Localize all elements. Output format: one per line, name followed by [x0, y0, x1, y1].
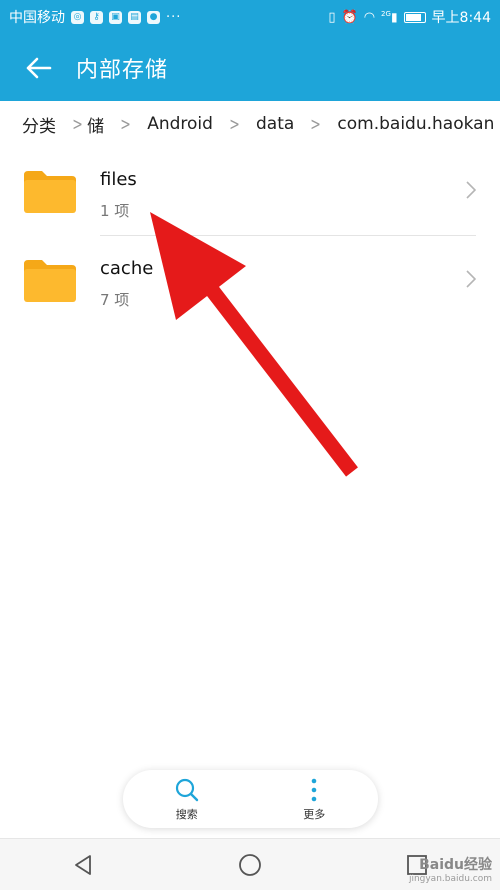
watermark: Baidu经验 jingyan.baidu.com: [409, 854, 492, 884]
key-icon: ⚷: [90, 10, 103, 24]
breadcrumb-item-storage[interactable]: 储: [87, 112, 104, 137]
back-button[interactable]: [0, 34, 76, 101]
home-nav-icon[interactable]: [238, 853, 262, 877]
breadcrumb-item-category[interactable]: 分类: [22, 112, 56, 137]
search-button[interactable]: 搜索: [147, 777, 227, 822]
watermark-line2: jingyan.baidu.com: [408, 874, 492, 884]
system-nav-bar: Baidu经验 jingyan.baidu.com: [0, 838, 500, 890]
chevron-right-icon: >: [229, 113, 240, 135]
folder-item-count: 1 项: [100, 202, 130, 220]
search-icon: [175, 778, 198, 801]
folder-icon: [24, 260, 76, 302]
chevron-right-icon: >: [310, 113, 322, 135]
signal-icon: 2G▮: [381, 10, 398, 24]
folder-name: cache: [100, 258, 154, 279]
status-bar: 中国移动 ◎ ⚷ ▣ ▤ ● ··· ▯ ⏰ ◠ 2G▮ 早上8:44: [0, 0, 500, 34]
more-icon: [311, 778, 317, 801]
gallery-icon: ▤: [128, 10, 141, 24]
folder-name: files: [100, 169, 137, 190]
folder-icon: [24, 171, 76, 213]
breadcrumb-item-data[interactable]: data: [256, 114, 294, 134]
app-header: 中国移动 ◎ ⚷ ▣ ▤ ● ··· ▯ ⏰ ◠ 2G▮ 早上8:44 内部存储: [0, 0, 500, 101]
chevron-right-icon: [466, 181, 476, 199]
chevron-right-icon: [466, 270, 476, 288]
more-notifications-icon: ···: [166, 9, 182, 25]
more-button[interactable]: 更多: [274, 777, 354, 822]
status-left: 中国移动 ◎ ⚷ ▣ ▤ ● ···: [9, 7, 181, 27]
breadcrumb-item-package[interactable]: com.baidu.haokan: [337, 114, 494, 134]
wifi-icon: ◠: [363, 9, 376, 25]
battery-icon: [403, 11, 426, 23]
title-bar: 内部存储: [0, 34, 500, 101]
carrier-name: 中国移动: [9, 10, 65, 26]
app-notification-icon: ▣: [109, 10, 122, 24]
chevron-right-icon: >: [120, 113, 131, 135]
folder-row-files[interactable]: files 1 项: [0, 147, 500, 236]
signal-type: 2G: [381, 10, 391, 18]
notification-icon: ◎: [71, 10, 84, 24]
more-label: 更多: [303, 807, 326, 821]
breadcrumb-item-android[interactable]: Android: [147, 114, 213, 134]
folder-row-cache[interactable]: cache 7 项: [0, 236, 500, 325]
breadcrumb: 分类 > 储 > Android > data > com.baidu.haok…: [0, 101, 500, 147]
back-nav-icon[interactable]: [72, 854, 94, 876]
search-label: 搜索: [175, 807, 198, 821]
page-title: 内部存储: [76, 57, 169, 83]
file-list: files 1 项 cache 7 项: [0, 147, 500, 325]
alarm-icon: ⏰: [341, 9, 358, 25]
vibrate-icon: ▯: [328, 9, 336, 25]
watermark-line1: Baidu经验: [419, 857, 492, 873]
status-right: ▯ ⏰ ◠ 2G▮ 早上8:44: [328, 7, 491, 27]
chevron-right-icon: >: [72, 113, 83, 135]
folder-item-count: 7 项: [100, 291, 130, 309]
clock: 早上8:44: [431, 10, 491, 26]
bottom-action-bar: 搜索 更多: [123, 770, 378, 828]
back-arrow-icon: [26, 57, 52, 78]
chat-icon: ●: [147, 10, 160, 24]
